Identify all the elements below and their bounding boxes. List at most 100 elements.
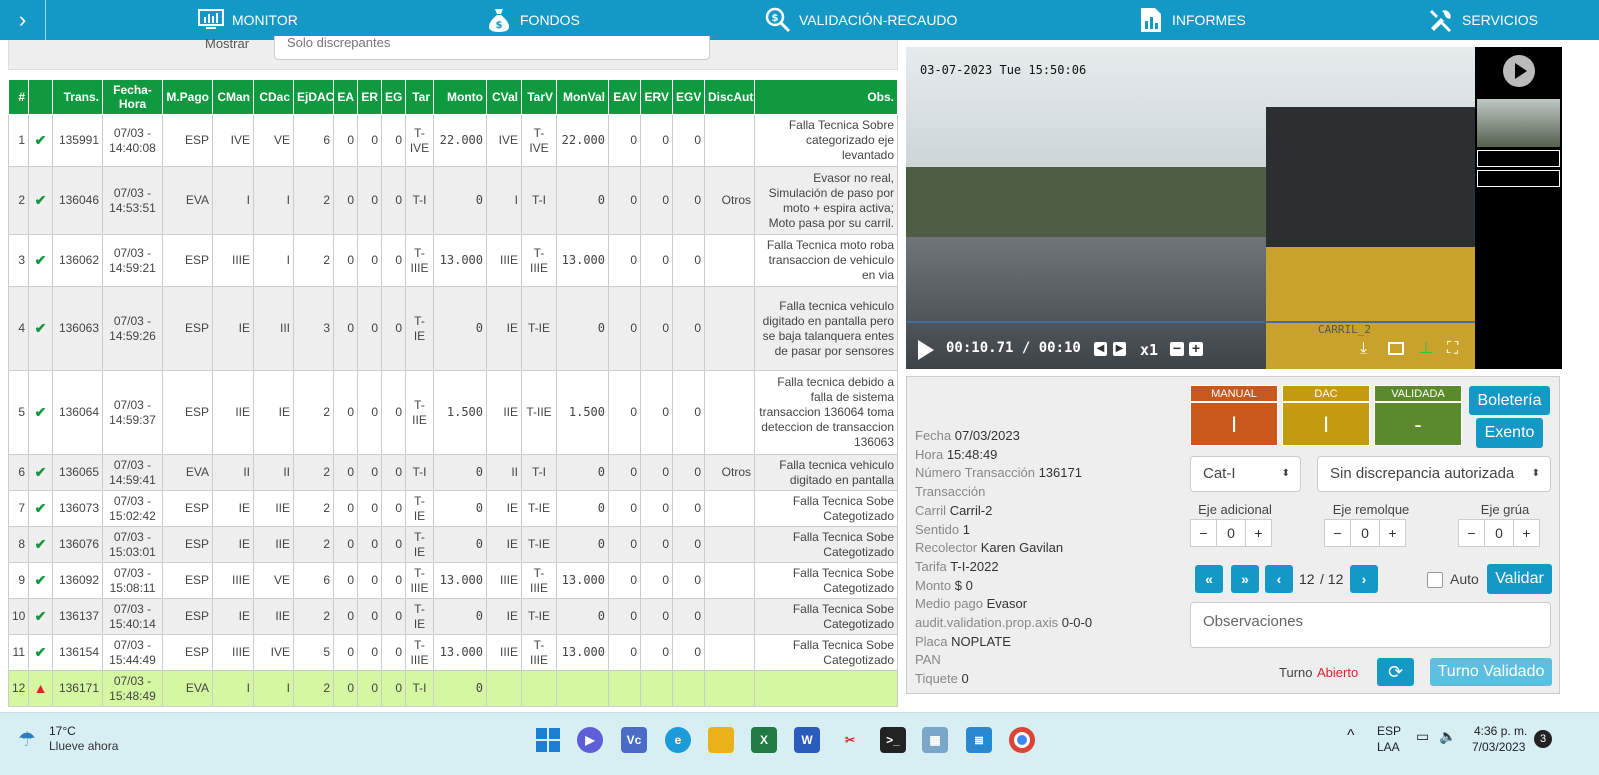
nav-fondos[interactable]: $ FONDOS — [486, 0, 580, 40]
terminal-icon[interactable]: >_ — [880, 727, 906, 753]
table-row[interactable]: 1 ✔ 135991 07/03 - 14:40:08 ESP IVE VE 6 0 0 0 T-IV… — [8, 114, 898, 167]
table-row[interactable]: 9 ✔ 136092 07/03 - 15:08:11 ESP IIIE VE 6 0 0 0 T-I… — [8, 562, 898, 599]
lang-primary[interactable]: ESP — [1377, 724, 1401, 738]
table-row[interactable]: 10 ✔ 136137 07/03 - 15:40:14 ESP IE IIE 2 0 0 0 T-I… — [8, 598, 898, 635]
cell-egv: 0 — [672, 234, 705, 287]
word-icon[interactable]: W — [794, 727, 820, 753]
app-vc-icon[interactable]: Vc — [621, 727, 647, 753]
increment-button[interactable]: + — [1245, 520, 1271, 546]
turno-validado-button[interactable]: Turno Validado — [1430, 658, 1552, 686]
stepper-value[interactable]: 0 — [1217, 520, 1245, 546]
thumbnail-image[interactable] — [1477, 99, 1560, 147]
col-header[interactable]: CDac — [253, 79, 294, 115]
play-circle-icon[interactable] — [1503, 55, 1535, 87]
col-header[interactable]: EAV — [608, 79, 641, 115]
speed-up-icon[interactable]: + — [1189, 341, 1203, 356]
volume-icon[interactable]: 🔈 — [1439, 728, 1456, 745]
excel-icon[interactable]: X — [751, 727, 777, 753]
prev-page-button[interactable]: ‹ — [1265, 565, 1293, 593]
col-header[interactable]: TarV — [521, 79, 557, 115]
col-header[interactable]: Obs. — [754, 79, 898, 115]
lang-secondary[interactable]: LAA — [1377, 740, 1400, 754]
observaciones-field[interactable]: Observaciones — [1190, 602, 1551, 648]
col-header[interactable]: CMan — [212, 79, 254, 115]
refresh-button[interactable]: ⟳ — [1377, 658, 1414, 686]
notepad-icon[interactable]: ≣ — [966, 727, 992, 753]
nav-validacion[interactable]: $ VALIDACIÓN-RECAUDO — [765, 0, 957, 40]
nav-monitor[interactable]: MONITOR — [198, 0, 298, 40]
col-header[interactable]: MonVal — [556, 79, 609, 115]
speed-down-icon[interactable]: − — [1170, 341, 1184, 356]
thumbnail-broken[interactable] — [1477, 170, 1560, 187]
col-header[interactable]: Monto — [433, 79, 487, 115]
col-header[interactable]: EGV — [672, 79, 705, 115]
download-icon[interactable]: ⤓ — [1360, 340, 1367, 358]
validar-button[interactable]: Validar — [1487, 564, 1552, 594]
table-row[interactable]: 12 ▲ 136171 07/03 - 15:48:49 EVA I I 2 0 0 0 T-I 0 — [8, 670, 898, 707]
clock-date[interactable]: 7/03/2023 — [1472, 740, 1525, 754]
col-header[interactable]: ERV — [640, 79, 673, 115]
edge-icon[interactable]: e — [665, 727, 691, 753]
snipping-tool-icon[interactable]: ✂ — [837, 727, 863, 753]
auto-checkbox[interactable] — [1427, 572, 1443, 588]
chat-icon[interactable]: ▶ — [577, 727, 603, 753]
table-row[interactable]: 8 ✔ 136076 07/03 - 15:03:01 ESP IE IIE 2 0 0 0 T-IE… — [8, 526, 898, 563]
table-row[interactable]: 5 ✔ 136064 07/03 - 14:59:37 ESP IIE IE 2 0 0 0 T-II… — [8, 370, 898, 455]
clock-time[interactable]: 4:36 p. m. — [1474, 724, 1527, 738]
col-header[interactable]: Tar — [405, 79, 434, 115]
speed-label[interactable]: x1 — [1140, 341, 1158, 359]
decrement-button[interactable]: − — [1459, 520, 1485, 546]
table-row[interactable]: 7 ✔ 136073 07/03 - 15:02:42 ESP IE IIE 2 0 0 0 T-IE… — [8, 490, 898, 527]
windows-start-icon[interactable] — [535, 727, 561, 753]
play-icon[interactable] — [918, 340, 934, 360]
col-header[interactable]: EjDAC — [293, 79, 334, 115]
col-header[interactable]: EA — [333, 79, 358, 115]
stepper-value[interactable]: 0 — [1485, 520, 1513, 546]
col-header[interactable]: Fecha-Hora — [102, 79, 163, 115]
exento-button[interactable]: Exento — [1476, 418, 1543, 448]
chevron-up-icon[interactable]: ^ — [1347, 727, 1355, 745]
chrome-icon[interactable] — [1009, 727, 1035, 753]
fullscreen-icon[interactable]: ⛶ — [1447, 340, 1458, 358]
video-player[interactable]: 03-07-2023 Tue 15:50:06 CARRIL_2 — [906, 47, 1475, 369]
table-row[interactable]: 2 ✔ 136046 07/03 - 14:53:51 EVA I I 2 0 0 0 T-I 0 I T-… — [8, 166, 898, 235]
first-page-button[interactable]: « — [1195, 565, 1223, 593]
increment-button[interactable]: + — [1379, 520, 1405, 546]
next-page-button[interactable]: › — [1350, 565, 1378, 593]
pin-icon[interactable]: ⊥ — [1419, 338, 1433, 358]
filter-select[interactable]: Solo discrepantes — [274, 36, 710, 60]
app-icon[interactable]: ▦ — [922, 727, 948, 753]
increment-button[interactable]: + — [1513, 520, 1539, 546]
last-page-button[interactable]: » — [1231, 565, 1259, 593]
image-icon[interactable] — [1388, 342, 1404, 355]
thumbnail-broken[interactable] — [1477, 150, 1560, 167]
stepper-value[interactable]: 0 — [1351, 520, 1379, 546]
col-header[interactable]: ER — [357, 79, 382, 115]
table-row[interactable]: 3 ✔ 136062 07/03 - 14:59:21 ESP IIIE I 2 0 0 0 T-II… — [8, 234, 898, 287]
table-row[interactable]: 11 ✔ 136154 07/03 - 15:44:49 ESP IIIE IVE 5 0 0 0 T… — [8, 634, 898, 671]
col-header[interactable]: # — [8, 79, 29, 115]
file-explorer-icon[interactable] — [708, 727, 734, 753]
decrement-button[interactable]: − — [1325, 520, 1351, 546]
category-select[interactable]: Cat-I ⬍ — [1190, 456, 1301, 492]
col-header[interactable]: Trans. — [52, 79, 103, 115]
table-row[interactable]: 4 ✔ 136063 07/03 - 14:59:26 ESP IE III 3 0 0 0 T-IE… — [8, 286, 898, 371]
video-progress-bar[interactable] — [906, 321, 1475, 323]
cell-disc — [704, 634, 755, 671]
frame-back-icon[interactable]: ◀ — [1094, 342, 1107, 356]
nav-informes[interactable]: INFORMES — [1138, 0, 1246, 40]
col-header[interactable]: CVal — [486, 79, 522, 115]
network-icon[interactable]: ▭ — [1416, 728, 1429, 745]
nav-servicios[interactable]: SERVICIOS — [1428, 0, 1538, 40]
weather-icon[interactable]: ☂ — [18, 727, 36, 752]
table-row[interactable]: 6 ✔ 136065 07/03 - 14:59:41 EVA II II 2 0 0 0 T-I 0 I… — [8, 454, 898, 491]
decrement-button[interactable]: − — [1191, 520, 1217, 546]
sidebar-toggle-button[interactable]: › — [0, 0, 46, 40]
col-header[interactable]: EG — [381, 79, 406, 115]
frame-forward-icon[interactable]: ▶ — [1113, 342, 1126, 356]
notification-badge[interactable]: 3 — [1534, 730, 1552, 748]
col-header[interactable]: DiscAut — [704, 79, 755, 115]
col-header[interactable]: M.Pago — [162, 79, 213, 115]
boleteria-button[interactable]: Boletería — [1469, 386, 1550, 415]
discrepancy-select[interactable]: Sin discrepancia autorizada ⬍ — [1317, 456, 1551, 492]
